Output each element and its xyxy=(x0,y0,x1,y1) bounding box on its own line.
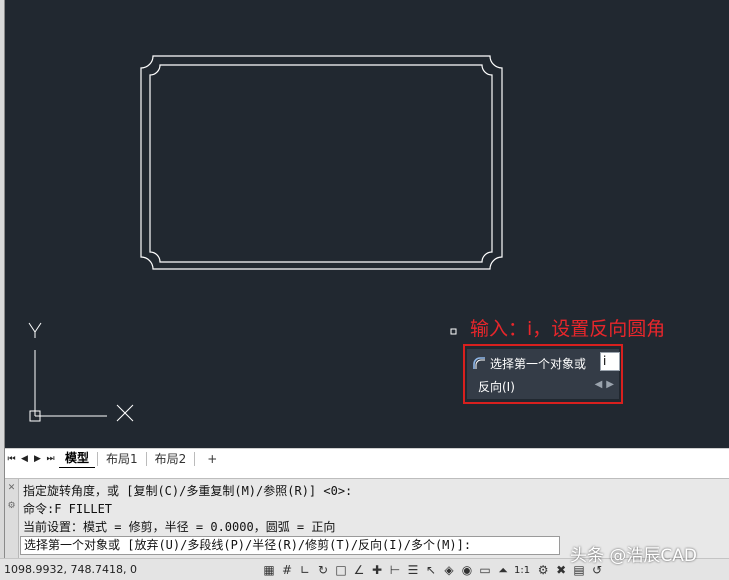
isolate-icon[interactable]: ✖ xyxy=(554,563,568,577)
tab-add[interactable]: + xyxy=(197,450,227,468)
tab-divider xyxy=(145,451,147,466)
instruction-callout: 输入：i，设置反向圆角 xyxy=(470,318,666,340)
close-icon[interactable]: ✕ xyxy=(5,483,18,493)
history-line: 当前设置：模式 = 修剪，半径 = 0.0000，圆弧 = 正向 xyxy=(23,520,336,534)
annotation-icon[interactable]: ⏶ xyxy=(496,563,510,577)
ucs-icon xyxy=(28,322,134,422)
selection-cycling-icon[interactable]: ↖ xyxy=(424,563,438,577)
tab-layout2[interactable]: 布局2 xyxy=(149,450,193,468)
fillet-icon xyxy=(473,357,485,369)
ortho-icon[interactable]: ∟ xyxy=(298,563,312,577)
tab-divider xyxy=(97,451,99,466)
tab-layout1[interactable]: 布局1 xyxy=(100,450,144,468)
option-label: 反向(I) xyxy=(478,379,515,394)
next-tab-icon[interactable]: ▶ xyxy=(31,454,44,464)
dynamic-prompt-row: 选择第一个对象或 xyxy=(472,353,586,373)
option-arrows-icon[interactable]: ◀▶ xyxy=(595,379,618,390)
snap-tracking-icon[interactable]: ∠ xyxy=(352,563,366,577)
tab-divider xyxy=(194,451,196,466)
snap-grid-icon[interactable]: # xyxy=(280,563,294,577)
prev-tab-icon[interactable]: ◀ xyxy=(18,454,31,464)
history-line: 命令:F FILLET xyxy=(23,502,113,516)
command-window-handle[interactable]: ✕ ⚙ xyxy=(5,479,19,559)
first-tab-icon[interactable]: ⏮ xyxy=(5,454,18,464)
watermark: 头条 @浩辰CAD xyxy=(570,546,697,566)
coordinate-readout: 1098.9932, 748.7418, 0 xyxy=(4,563,137,576)
annotation-scale[interactable]: 1:1 xyxy=(514,565,530,576)
inner-frame-shape xyxy=(149,64,493,263)
dynamic-ucs-icon[interactable]: ✚ xyxy=(370,563,384,577)
dynamic-option-reverse[interactable]: 反向(I) ◀▶ xyxy=(472,376,622,396)
last-tab-icon[interactable]: ⏭ xyxy=(44,454,57,464)
command-input[interactable]: 选择第一个对象或 [放弃(U)/多段线(P)/半径(R)/修剪(T)/反向(I)… xyxy=(20,536,560,555)
history-line: 指定旋转角度，或 [复制(C)/多重复制(M)/参照(R)] <0>: xyxy=(23,484,353,498)
status-toggles: ▦ # ∟ ↻ □ ∠ ✚ ⊢ ☰ ↖ ◈ ◉ ▭ ⏶ 1:1 ⚙ ✖ ▤ ↺ xyxy=(262,561,608,579)
polar-tracking-icon[interactable]: ↻ xyxy=(316,563,330,577)
settings-icon[interactable]: ⚙ xyxy=(5,501,18,511)
object-snap-icon[interactable]: □ xyxy=(334,563,348,577)
outer-frame-shape xyxy=(140,55,503,270)
lineweight-icon[interactable]: ☰ xyxy=(406,563,420,577)
dynamic-input-icon[interactable]: ⊢ xyxy=(388,563,402,577)
tab-model[interactable]: 模型 xyxy=(59,449,96,468)
dynamic-prompt-label: 选择第一个对象或 xyxy=(490,356,587,371)
pick-cursor xyxy=(450,328,457,335)
workspace-gear-icon[interactable]: ⚙ xyxy=(536,563,550,577)
viewport-icon[interactable]: ▭ xyxy=(478,563,492,577)
grid-display-icon[interactable]: ▦ xyxy=(262,563,276,577)
command-history: 指定旋转角度，或 [复制(C)/多重复制(M)/参照(R)] <0>: 命令:F… xyxy=(23,482,723,536)
quick-view-icon[interactable]: ◉ xyxy=(460,563,474,577)
layers-icon[interactable]: ◈ xyxy=(442,563,456,577)
dynamic-input-field[interactable]: i xyxy=(600,352,620,371)
layout-tab-bar: ⏮ ◀ ▶ ⏭ 模型 布局1 布局2 + xyxy=(5,448,729,468)
